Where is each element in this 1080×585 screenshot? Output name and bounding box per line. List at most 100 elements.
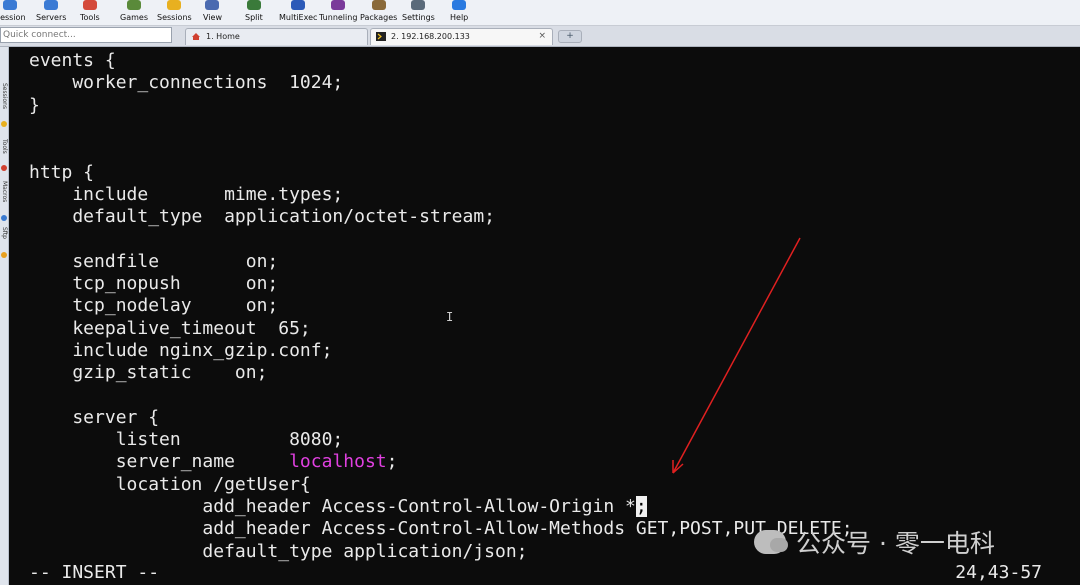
toolbar-label: Settings bbox=[402, 13, 435, 22]
new-tab-button[interactable]: + bbox=[558, 30, 582, 43]
multiexec-icon bbox=[291, 0, 306, 10]
packages-icon bbox=[371, 0, 386, 10]
help-icon bbox=[452, 0, 467, 10]
toolbar-label: Sessions bbox=[157, 13, 192, 22]
toolbar-label: Tools bbox=[80, 13, 100, 22]
terminal-line: worker_connections 1024; bbox=[29, 72, 343, 94]
toolbar-label: Session bbox=[0, 13, 26, 22]
terminal-line: sendfile on; bbox=[29, 251, 278, 273]
terminal-line-text: add_header Access-Control-Allow-Methods … bbox=[29, 518, 853, 540]
view-icon bbox=[205, 0, 220, 10]
watermark: 公众号 · 零一电科 bbox=[754, 524, 995, 560]
tools-icon bbox=[82, 0, 97, 10]
terminal-line: include nginx_gzip.conf; bbox=[29, 340, 332, 362]
toolbar-view-button[interactable]: View bbox=[203, 0, 222, 25]
side-panel-strip: Sessions Tools Macros Sftp bbox=[0, 47, 9, 585]
toolbar-label: Help bbox=[450, 13, 469, 22]
toolbar-label: Games bbox=[120, 13, 148, 22]
toolbar-settings-button[interactable]: Settings bbox=[402, 0, 435, 25]
terminal-line: } bbox=[29, 95, 40, 117]
terminal-line-text: keepalive_timeout 65; bbox=[29, 317, 311, 339]
toolbar-split-button[interactable]: Split bbox=[245, 0, 263, 25]
terminal-line-text: default_type application/json; bbox=[29, 540, 528, 562]
games-icon bbox=[126, 0, 141, 10]
terminal-line-text: tcp_nopush on; bbox=[29, 273, 279, 294]
toolbar-label: Servers bbox=[36, 13, 67, 22]
toolbar-label: MultiExec bbox=[279, 13, 318, 22]
toolbar-session-button[interactable]: Session bbox=[0, 0, 26, 25]
toolbar-label: Split bbox=[245, 13, 263, 22]
terminal-line: add_header Access-Control-Allow-Methods … bbox=[29, 518, 853, 540]
home-icon bbox=[192, 33, 200, 40]
quick-connect-input[interactable]: Quick connect... bbox=[0, 27, 172, 43]
watermark-text: 公众号 · 零一电科 bbox=[796, 529, 995, 558]
toolbar-tools-button[interactable]: Tools bbox=[80, 0, 100, 25]
sessions-star-icon bbox=[167, 0, 182, 10]
toolbar-multiexec-button[interactable]: MultiExec bbox=[279, 0, 317, 25]
terminal-line-text: server { bbox=[29, 406, 160, 428]
tools-icon bbox=[1, 165, 7, 171]
terminal-line: add_header Access-Control-Allow-Origin *… bbox=[29, 496, 647, 518]
terminal-area[interactable]: I -- INSERT -- 24,43-57 events { worker_… bbox=[9, 47, 1080, 585]
terminal-line-text: } bbox=[29, 94, 40, 116]
sidebar-tab-macros[interactable]: Macros bbox=[0, 181, 8, 202]
main-toolbar: Session Servers Tools Games Sessions View Spli… bbox=[0, 0, 1080, 26]
session-icon bbox=[3, 0, 18, 10]
star-icon bbox=[1, 121, 7, 127]
terminal-line-text: worker_connections 1024; bbox=[29, 72, 344, 94]
terminal-line: http { bbox=[29, 162, 94, 184]
terminal-line: keepalive_timeout 65; bbox=[29, 317, 311, 340]
tab-ssh-label: 2. 192.168.200.133 bbox=[391, 32, 470, 41]
terminal-line: events { bbox=[29, 50, 116, 72]
tunneling-icon bbox=[331, 0, 346, 10]
toolbar-games-button[interactable]: Games bbox=[120, 0, 148, 25]
tab-ssh-session[interactable]: 2. 192.168.200.133 × bbox=[370, 28, 553, 45]
terminal-line: server_name localhost; bbox=[29, 451, 398, 473]
toolbar-servers-button[interactable]: Servers bbox=[36, 0, 66, 25]
toolbar-help-button[interactable]: Help bbox=[450, 0, 468, 25]
terminal-line-text: sendfile on; bbox=[29, 250, 279, 272]
toolbar-packages-button[interactable]: Packages bbox=[360, 0, 397, 25]
toolbar-label: View bbox=[203, 13, 222, 22]
terminal-line-text: server_name bbox=[29, 451, 290, 473]
sidebar-tab-sessions[interactable]: Sessions bbox=[0, 83, 8, 109]
cursor-position: 24,43-57 bbox=[955, 562, 1042, 583]
settings-gear-icon bbox=[411, 0, 426, 10]
terminal-line: gzip_static on; bbox=[29, 362, 267, 384]
terminal-line-text: tcp_nodelay on; bbox=[29, 295, 279, 317]
text-cursor: ; bbox=[635, 496, 647, 517]
terminal-line: tcp_nodelay on; bbox=[29, 295, 278, 317]
toolbar-sessions-button[interactable]: Sessions bbox=[157, 0, 192, 25]
terminal-line-text: include nginx_gzip.conf; bbox=[29, 339, 333, 361]
terminal-line-text: events { bbox=[29, 50, 116, 71]
terminal-icon bbox=[376, 32, 386, 41]
close-tab-icon[interactable]: × bbox=[538, 29, 546, 44]
tab-home[interactable]: 1. Home bbox=[185, 28, 368, 45]
terminal-line: listen 8080; bbox=[29, 429, 344, 451]
vim-mode-indicator: -- INSERT -- bbox=[29, 562, 160, 583]
terminal-line-text: add_header Access-Control-Allow-Origin * bbox=[29, 496, 636, 517]
terminal-line-text: location /getUser{ bbox=[29, 473, 311, 495]
terminal-line-text: default_type application/octet-stream; bbox=[29, 206, 495, 228]
toolbar-label: Packages bbox=[360, 13, 398, 22]
tab-home-label: 1. Home bbox=[206, 32, 240, 41]
toolbar-label: Tunneling bbox=[319, 13, 358, 22]
macro-icon bbox=[1, 215, 7, 221]
sidebar-tab-tools[interactable]: Tools bbox=[0, 139, 8, 154]
terminal-line: tcp_nopush on; bbox=[29, 273, 278, 295]
terminal-line-text: include mime.types; bbox=[29, 183, 344, 205]
terminal-line-text: listen 8080; bbox=[29, 429, 344, 451]
terminal-line-suffix: ; bbox=[386, 451, 398, 473]
terminal-line: server { bbox=[29, 407, 159, 429]
sidebar-tab-sftp[interactable]: Sftp bbox=[0, 227, 8, 239]
tab-bar: Quick connect... 1. Home 2. 192.168.200.… bbox=[0, 26, 1080, 47]
terminal-line-text: gzip_static on; bbox=[29, 362, 268, 384]
terminal-line: default_type application/octet-stream; bbox=[29, 206, 495, 228]
terminal-line-text: http { bbox=[29, 161, 95, 183]
toolbar-tunneling-button[interactable]: Tunneling bbox=[319, 0, 357, 25]
terminal-line: include mime.types; bbox=[29, 184, 343, 206]
split-icon bbox=[246, 0, 261, 10]
highlighted-keyword: localhost bbox=[289, 451, 387, 473]
terminal-line: default_type application/json; bbox=[29, 540, 528, 563]
terminal-line: location /getUser{ bbox=[29, 474, 311, 496]
